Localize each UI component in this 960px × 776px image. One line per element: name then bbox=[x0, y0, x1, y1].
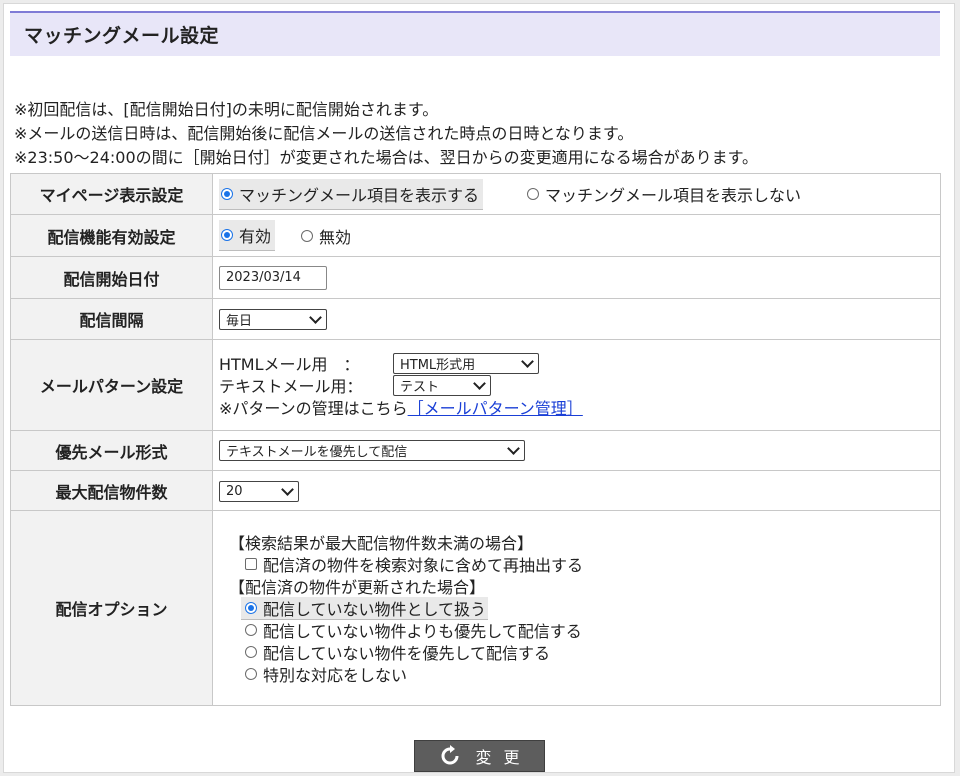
max-count-select[interactable]: 20 bbox=[219, 480, 299, 502]
radio-label: 特別な対応をしない bbox=[263, 666, 408, 685]
radio-label: 配信していない物件として扱う bbox=[263, 599, 487, 619]
radio-checked-icon bbox=[221, 229, 233, 241]
row-label: マイページ表示設定 bbox=[10, 173, 213, 215]
radio-no-special-handling[interactable]: 特別な対応をしない bbox=[219, 663, 940, 685]
row-label: メールパターン設定 bbox=[10, 339, 213, 431]
row-label: 配信開始日付 bbox=[10, 256, 213, 299]
chevron-down-icon bbox=[473, 376, 486, 390]
row-label: 優先メール形式 bbox=[10, 430, 213, 471]
options-heading-1: 【検索結果が最大配信物件数未満の場合】 bbox=[229, 534, 534, 553]
radio-show-matching[interactable]: マッチングメール項目を表示する bbox=[219, 178, 484, 210]
notes-block: ※初回配信は、[配信開始日付]の未明に配信開始されます。 ※メールの送信日時は、… bbox=[14, 98, 944, 170]
radio-label: 配信していない物件よりも優先して配信する bbox=[263, 622, 582, 641]
radio-unchecked-icon bbox=[245, 668, 257, 680]
note-line: ※23:50～24:00の間に［開始日付］が変更された場合は、翌日からの変更適用… bbox=[14, 148, 759, 167]
radio-label: マッチングメール項目を表示しない bbox=[545, 186, 802, 205]
radio-prioritize-over-undelivered[interactable]: 配信していない物件よりも優先して配信する bbox=[219, 619, 940, 641]
row-mail-pattern: メールパターン設定 HTMLメール用 ： HTML形式用 テキストメール用： テ… bbox=[10, 339, 941, 431]
radio-enabled[interactable]: 有効 bbox=[219, 220, 276, 251]
mail-pattern-manage-link[interactable]: ［メールパターン管理］ bbox=[408, 395, 583, 419]
text-pattern-label: テキストメール用： bbox=[219, 377, 363, 396]
submit-change-button[interactable]: 変更 bbox=[414, 740, 545, 772]
row-value: テキストメールを優先して配信 bbox=[212, 430, 941, 471]
priority-format-select[interactable]: テキストメールを優先して配信 bbox=[219, 440, 525, 461]
options-heading-2: 【配信済の物件が更新された場合】 bbox=[229, 578, 486, 597]
radio-disabled[interactable]: 無効 bbox=[299, 221, 355, 251]
row-value: 【検索結果が最大配信物件数未満の場合】 配信済の物件を検索対象に含めて再抽出する… bbox=[212, 510, 941, 706]
row-value: マッチングメール項目を表示する マッチングメール項目を表示しない bbox=[212, 173, 941, 215]
html-pattern-select[interactable]: HTML形式用 bbox=[393, 352, 539, 374]
row-label: 配信機能有効設定 bbox=[10, 214, 213, 257]
row-priority-format: 優先メール形式 テキストメールを優先して配信 bbox=[10, 430, 941, 471]
row-mypage-display: マイページ表示設定 マッチングメール項目を表示する マッチングメール項目を表示し… bbox=[10, 173, 941, 215]
radio-checked-icon bbox=[221, 187, 233, 200]
row-label: 最大配信物件数 bbox=[10, 470, 213, 511]
start-date-input[interactable] bbox=[219, 265, 327, 290]
note-line: ※初回配信は、[配信開始日付]の未明に配信開始されます。 bbox=[14, 100, 439, 119]
row-label: 配信間隔 bbox=[10, 298, 213, 340]
reextract-option[interactable]: 配信済の物件を検索対象に含めて再抽出する bbox=[219, 553, 940, 575]
settings-table: マイページ表示設定 マッチングメール項目を表示する マッチングメール項目を表示し… bbox=[10, 173, 941, 706]
checkbox-label: 配信済の物件を検索対象に含めて再抽出する bbox=[263, 556, 584, 575]
radio-hide-matching[interactable]: マッチングメール項目を表示しない bbox=[525, 179, 805, 209]
chevron-down-icon bbox=[309, 310, 322, 324]
radio-label: 無効 bbox=[319, 227, 352, 247]
select-value: HTML形式用 bbox=[400, 357, 476, 373]
interval-select[interactable]: 毎日 bbox=[219, 308, 327, 330]
radio-unchecked-icon bbox=[527, 188, 540, 200]
refresh-icon bbox=[439, 745, 461, 767]
select-value: テスト bbox=[400, 379, 440, 395]
chevron-down-icon bbox=[521, 354, 534, 368]
radio-checked-icon bbox=[245, 601, 257, 614]
reextract-checkbox[interactable] bbox=[245, 558, 257, 570]
radio-unchecked-icon bbox=[301, 229, 314, 242]
row-start-date: 配信開始日付 bbox=[10, 256, 941, 299]
radio-unchecked-icon bbox=[245, 646, 257, 658]
select-value: 20 bbox=[226, 483, 243, 499]
text-pattern-select[interactable]: テスト bbox=[393, 374, 491, 396]
row-label: 配信オプション bbox=[10, 510, 213, 706]
chevron-down-icon bbox=[281, 482, 294, 496]
row-value bbox=[212, 256, 941, 299]
radio-label: 有効 bbox=[239, 227, 272, 246]
row-delivery-enabled: 配信機能有効設定 有効 無効 bbox=[10, 214, 941, 257]
row-value: HTMLメール用 ： HTML形式用 テキストメール用： テスト ※パターンの管… bbox=[212, 339, 941, 431]
note-line: ※メールの送信日時は、配信開始後に配信メールの送信された時点の日時となります。 bbox=[14, 124, 634, 143]
pattern-manage-text: ※パターンの管理はこちら bbox=[219, 399, 408, 418]
select-value: テキストメールを優先して配信 bbox=[226, 445, 408, 460]
row-max-count: 最大配信物件数 20 bbox=[10, 470, 941, 511]
select-value: 毎日 bbox=[226, 313, 253, 329]
radio-treat-as-undelivered[interactable]: 配信していない物件として扱う bbox=[219, 596, 940, 620]
radio-label: 配信していない物件を優先して配信する bbox=[263, 644, 551, 663]
button-label: 変更 bbox=[475, 748, 532, 767]
radio-prioritize-undelivered[interactable]: 配信していない物件を優先して配信する bbox=[219, 641, 940, 663]
chevron-down-icon bbox=[507, 442, 520, 455]
row-value: 毎日 bbox=[212, 298, 941, 340]
radio-label: マッチングメール項目を表示する bbox=[239, 185, 480, 205]
row-value: 20 bbox=[212, 470, 941, 511]
row-interval: 配信間隔 毎日 bbox=[10, 298, 941, 340]
page-header: マッチングメール設定 bbox=[10, 11, 940, 56]
row-value: 有効 無効 bbox=[212, 214, 941, 257]
page-title: マッチングメール設定 bbox=[24, 25, 220, 47]
radio-unchecked-icon bbox=[245, 624, 257, 636]
row-delivery-options: 配信オプション 【検索結果が最大配信物件数未満の場合】 配信済の物件を検索対象に… bbox=[10, 510, 941, 706]
html-pattern-label: HTMLメール用 ： bbox=[219, 355, 360, 374]
